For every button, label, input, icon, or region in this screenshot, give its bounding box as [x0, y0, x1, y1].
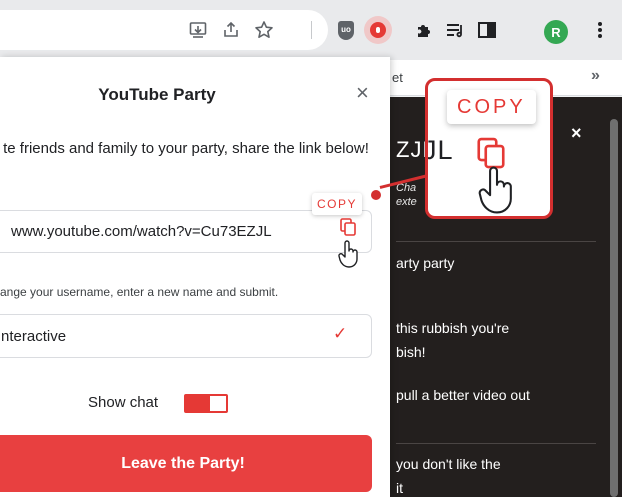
- invite-text: te friends and family to your party, sha…: [3, 140, 369, 157]
- bookmarks-more-button[interactable]: »: [591, 67, 600, 85]
- kebab-menu-icon[interactable]: [588, 18, 612, 42]
- username-hint: ange your username, enter a new name and…: [0, 285, 279, 299]
- address-bar[interactable]: [0, 10, 328, 50]
- reading-list-icon[interactable]: [443, 18, 467, 42]
- chat-divider: [396, 443, 596, 444]
- ublock-badge: uo: [338, 20, 354, 40]
- popup-close-button[interactable]: ×: [356, 82, 369, 104]
- hand-cursor-icon: [338, 240, 360, 273]
- chat-message: this rubbish you're bish!: [396, 320, 510, 360]
- chat-message: you don't like the it: [396, 456, 501, 496]
- youtube-party-popup: YouTube Party × te friends and family to…: [0, 57, 390, 497]
- username-input[interactable]: nteractive ✓: [0, 314, 372, 358]
- share-icon[interactable]: [219, 18, 243, 42]
- zoom-content: JL COPY: [425, 81, 550, 216]
- profile-avatar[interactable]: R: [544, 20, 568, 44]
- chat-scrollbar[interactable]: [610, 119, 618, 497]
- extensions-puzzle-icon[interactable]: [412, 18, 436, 42]
- zoom-hand-cursor-icon: [478, 165, 516, 216]
- youtube-party-dot: [370, 22, 386, 38]
- bookmark-star-icon[interactable]: [252, 18, 276, 42]
- chat-message: arty party: [396, 255, 455, 271]
- submit-check-icon[interactable]: ✓: [333, 324, 347, 344]
- party-link-field[interactable]: www.youtube.com/watch?v=Cu73EZJL: [0, 210, 372, 253]
- zoom-copy-tooltip: COPY: [447, 90, 536, 124]
- popup-title: YouTube Party: [98, 85, 216, 104]
- zoom-link-fragment: JL: [425, 135, 454, 165]
- side-panel-icon[interactable]: [475, 18, 499, 42]
- copy-icon: [340, 218, 356, 236]
- callout-dot: [371, 190, 381, 200]
- bookmark-item[interactable]: et: [392, 70, 403, 85]
- ublock-icon[interactable]: uo: [334, 18, 358, 42]
- copy-tooltip: COPY: [312, 193, 363, 215]
- chat-message: pull a better video out: [396, 387, 530, 403]
- toggle-knob: [186, 396, 210, 411]
- chat-divider: [396, 241, 596, 242]
- toolbar-separator: [311, 21, 312, 39]
- youtube-party-icon[interactable]: [364, 16, 392, 44]
- leave-party-button[interactable]: Leave the Party!: [0, 435, 372, 492]
- zoom-callout: JL COPY: [425, 78, 553, 219]
- show-chat-label: Show chat: [88, 394, 159, 411]
- show-chat-toggle[interactable]: [184, 394, 228, 413]
- chat-close-button[interactable]: ×: [571, 123, 582, 144]
- browser-toolbar: uo R: [0, 0, 622, 60]
- install-app-icon[interactable]: [186, 18, 210, 42]
- party-link-text: www.youtube.com/watch?v=Cu73EZJL: [11, 223, 272, 240]
- username-value: nteractive: [1, 328, 67, 345]
